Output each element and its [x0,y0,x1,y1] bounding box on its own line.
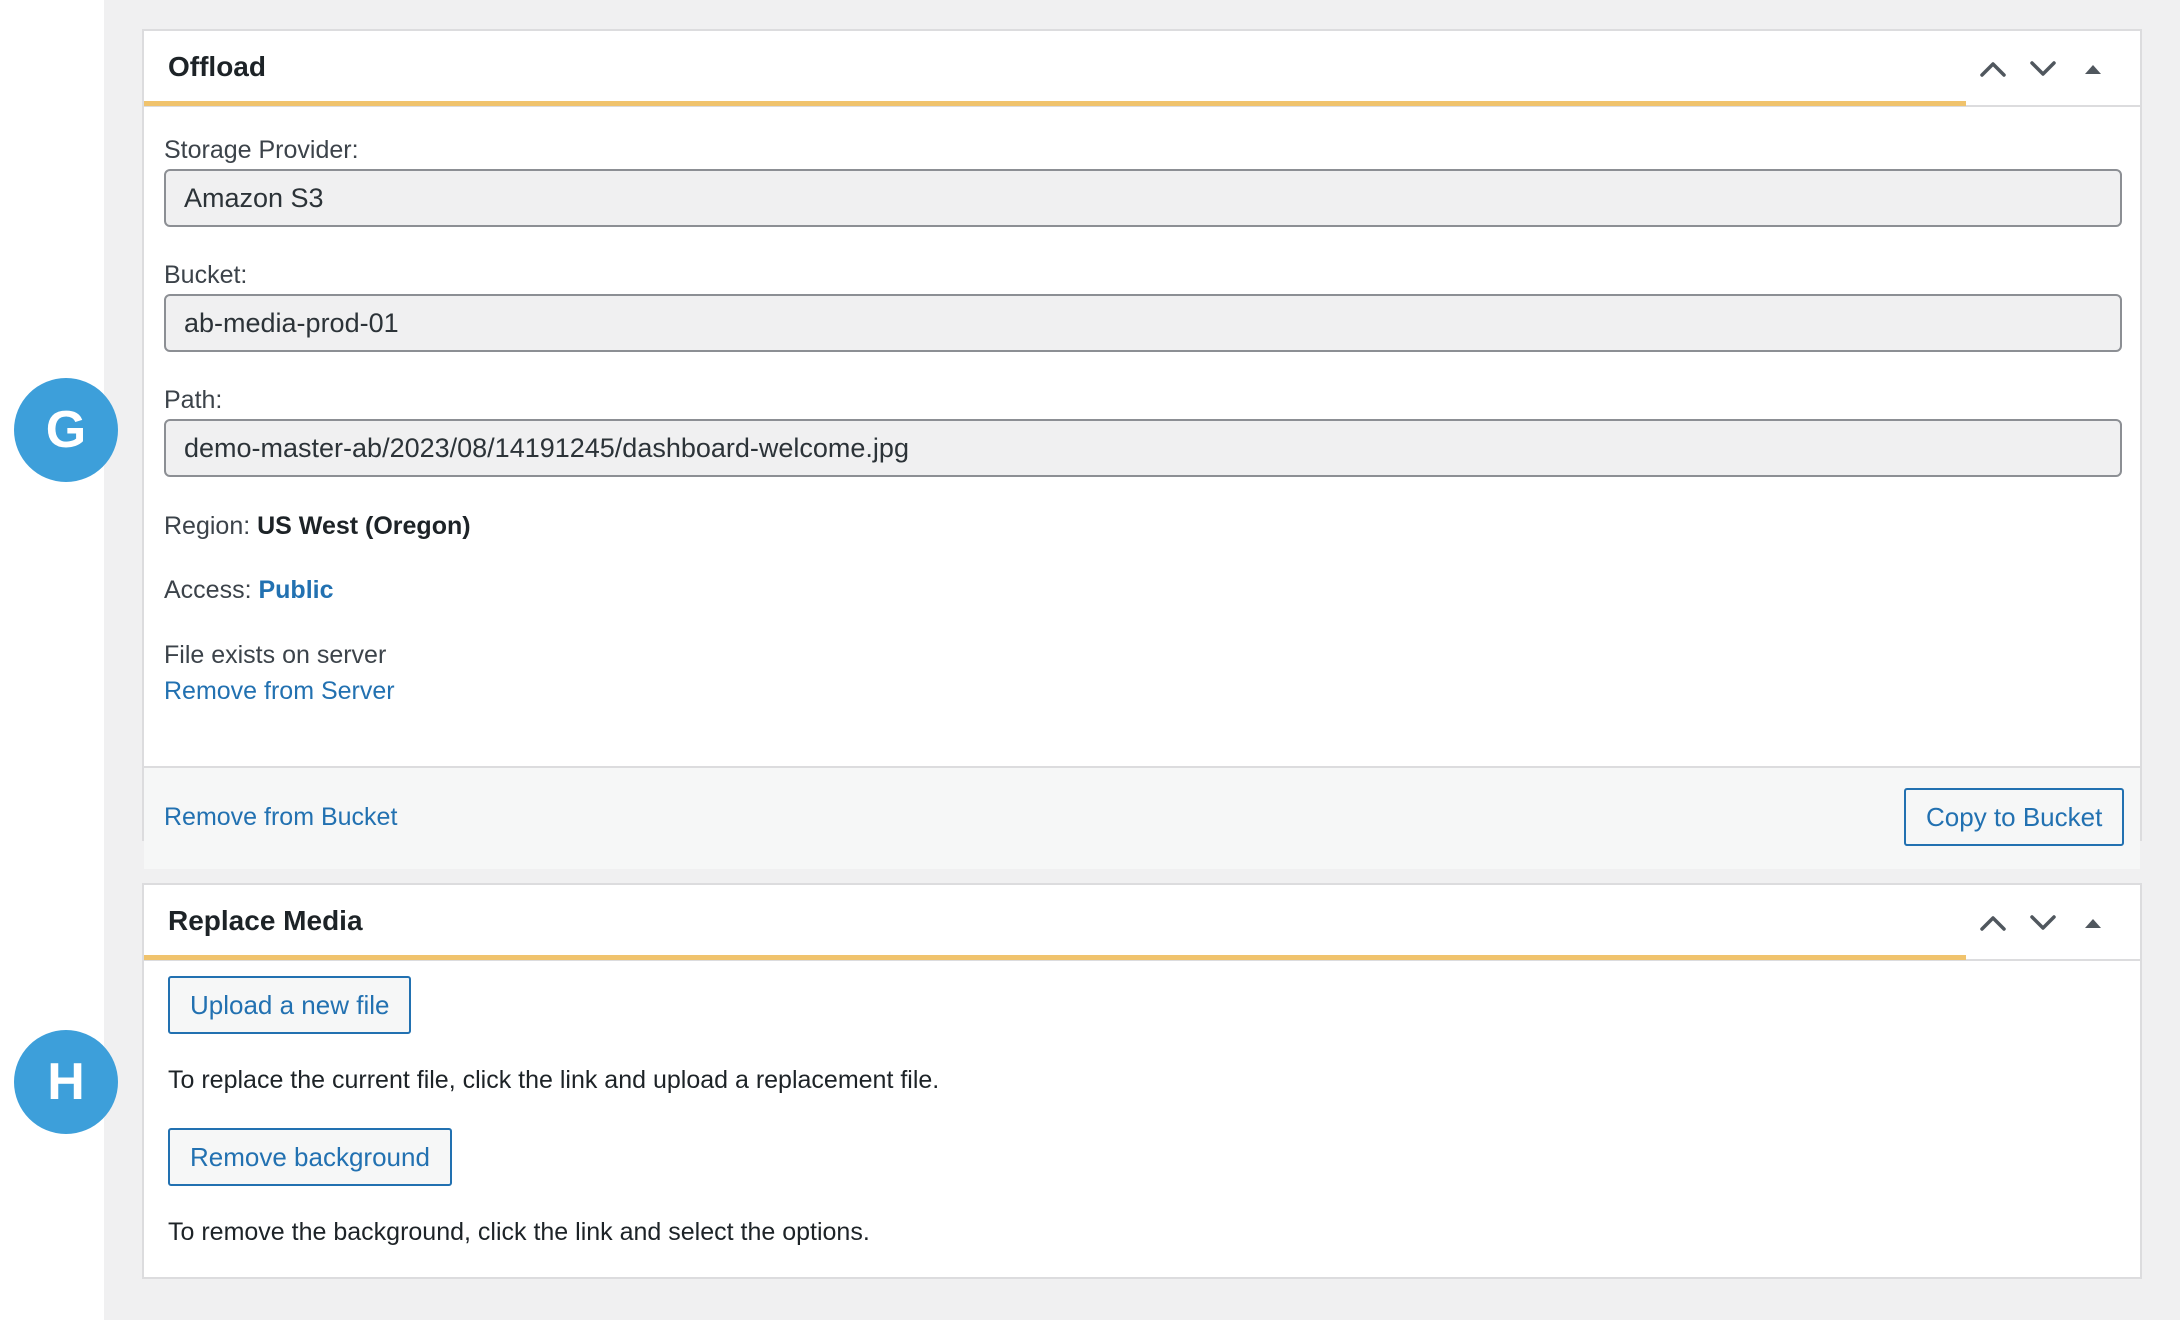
panel-header-accent [144,955,1966,960]
callout-marker-g: G [14,378,118,482]
chevron-down-icon [2030,915,2056,930]
offload-panel-header: Offload [144,31,2140,107]
storage-provider-field[interactable]: Amazon S3 [164,169,2122,227]
remove-background-button[interactable]: Remove background [168,1128,452,1186]
remove-background-description: To remove the background, click the link… [168,1218,870,1246]
replace-media-panel-header: Replace Media [144,885,2140,961]
offload-panel: Offload Storage Provider: Amazon S3 Buck… [142,29,2142,869]
copy-to-bucket-button[interactable]: Copy to Bucket [1904,788,2125,846]
panel-header-accent [144,101,1966,106]
access-toggle-link[interactable]: Public [258,576,333,604]
region-label: Region: [164,512,251,540]
remove-from-bucket-link[interactable]: Remove from Bucket [164,802,397,832]
bucket-field[interactable]: ab-media-prod-01 [164,294,2122,352]
offload-panel-controls [1968,49,2118,89]
move-up-button[interactable] [1968,903,2018,943]
chevron-down-icon [2030,61,2056,76]
toggle-panel-button[interactable] [2068,49,2118,89]
caret-up-icon [2085,65,2101,74]
path-label: Path: [164,386,223,414]
access-label: Access: [164,576,252,604]
offload-panel-title: Offload [168,51,266,82]
chevron-up-icon [1980,916,2006,931]
move-up-button[interactable] [1968,49,2018,89]
callout-marker-h: H [14,1030,118,1134]
move-down-button[interactable] [2018,49,2068,89]
file-status-text: File exists on server [164,641,387,669]
caret-up-icon [2085,919,2101,928]
chevron-up-icon [1980,62,2006,77]
replace-media-panel-title: Replace Media [168,905,363,936]
access-info: Access: Public [164,575,334,605]
bucket-label: Bucket: [164,261,248,289]
path-field[interactable]: demo-master-ab/2023/08/14191245/dashboar… [164,419,2122,477]
region-info: Region: US West (Oregon) [164,511,471,541]
remove-from-server-link[interactable]: Remove from Server [164,676,395,706]
toggle-panel-button[interactable] [2068,903,2118,943]
move-down-button[interactable] [2018,903,2068,943]
upload-new-file-button[interactable]: Upload a new file [168,976,412,1034]
replace-media-panel-controls [1968,903,2118,943]
replace-media-panel: Replace Media Upload a new file To repla… [142,883,2142,1279]
region-value: US West (Oregon) [257,512,471,540]
storage-provider-label: Storage Provider: [164,136,359,164]
offload-panel-footer: Remove from Bucket Copy to Bucket [144,766,2140,869]
upload-description: To replace the current file, click the l… [168,1066,940,1094]
